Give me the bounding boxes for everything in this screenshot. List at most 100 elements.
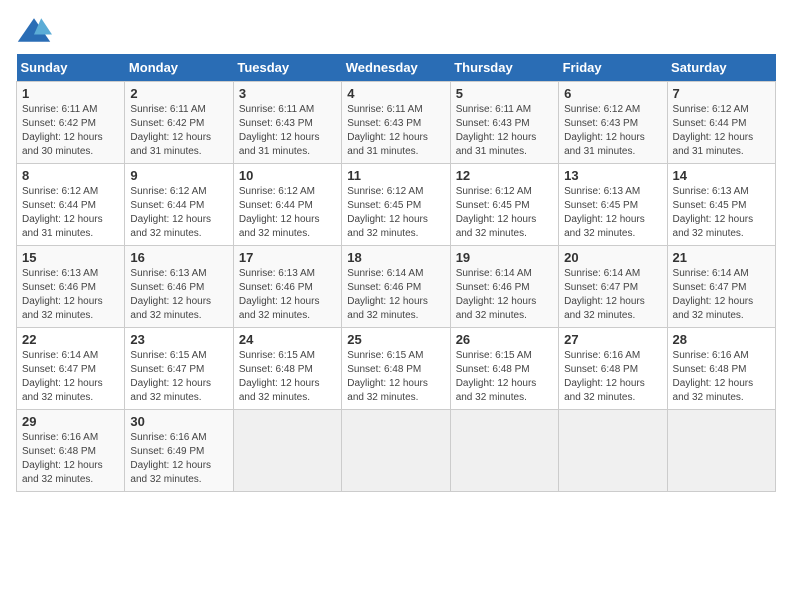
day-info: Sunrise: 6:16 AM Sunset: 6:48 PM Dayligh…	[22, 431, 119, 487]
day-number: 20	[564, 250, 661, 265]
calendar-week-1: 1 Sunrise: 6:11 AM Sunset: 6:42 PM Dayli…	[17, 82, 776, 164]
day-info: Sunrise: 6:12 AM Sunset: 6:44 PM Dayligh…	[130, 185, 227, 241]
day-number: 26	[456, 332, 553, 347]
calendar-cell	[233, 410, 341, 492]
day-number: 14	[673, 168, 770, 183]
calendar-cell: 30 Sunrise: 6:16 AM Sunset: 6:49 PM Dayl…	[125, 410, 233, 492]
day-info: Sunrise: 6:11 AM Sunset: 6:43 PM Dayligh…	[239, 103, 336, 159]
page-header	[16, 16, 776, 44]
day-info: Sunrise: 6:11 AM Sunset: 6:43 PM Dayligh…	[456, 103, 553, 159]
day-info: Sunrise: 6:12 AM Sunset: 6:45 PM Dayligh…	[456, 185, 553, 241]
day-info: Sunrise: 6:12 AM Sunset: 6:44 PM Dayligh…	[22, 185, 119, 241]
day-number: 7	[673, 86, 770, 101]
day-info: Sunrise: 6:13 AM Sunset: 6:45 PM Dayligh…	[564, 185, 661, 241]
calendar-cell	[667, 410, 775, 492]
day-number: 21	[673, 250, 770, 265]
day-info: Sunrise: 6:16 AM Sunset: 6:48 PM Dayligh…	[673, 349, 770, 405]
weekday-header-thursday: Thursday	[450, 54, 558, 82]
day-number: 12	[456, 168, 553, 183]
calendar-cell: 21 Sunrise: 6:14 AM Sunset: 6:47 PM Dayl…	[667, 246, 775, 328]
logo	[16, 16, 56, 44]
day-number: 18	[347, 250, 444, 265]
day-number: 9	[130, 168, 227, 183]
weekday-header-wednesday: Wednesday	[342, 54, 450, 82]
day-info: Sunrise: 6:14 AM Sunset: 6:46 PM Dayligh…	[347, 267, 444, 323]
weekday-header-sunday: Sunday	[17, 54, 125, 82]
day-info: Sunrise: 6:11 AM Sunset: 6:43 PM Dayligh…	[347, 103, 444, 159]
day-info: Sunrise: 6:13 AM Sunset: 6:45 PM Dayligh…	[673, 185, 770, 241]
day-info: Sunrise: 6:12 AM Sunset: 6:44 PM Dayligh…	[239, 185, 336, 241]
day-info: Sunrise: 6:14 AM Sunset: 6:47 PM Dayligh…	[673, 267, 770, 323]
day-number: 25	[347, 332, 444, 347]
calendar-cell: 27 Sunrise: 6:16 AM Sunset: 6:48 PM Dayl…	[559, 328, 667, 410]
calendar-cell: 29 Sunrise: 6:16 AM Sunset: 6:48 PM Dayl…	[17, 410, 125, 492]
day-info: Sunrise: 6:16 AM Sunset: 6:48 PM Dayligh…	[564, 349, 661, 405]
calendar-cell	[342, 410, 450, 492]
day-number: 3	[239, 86, 336, 101]
calendar-cell: 25 Sunrise: 6:15 AM Sunset: 6:48 PM Dayl…	[342, 328, 450, 410]
weekday-header-tuesday: Tuesday	[233, 54, 341, 82]
day-info: Sunrise: 6:14 AM Sunset: 6:47 PM Dayligh…	[22, 349, 119, 405]
calendar-cell: 17 Sunrise: 6:13 AM Sunset: 6:46 PM Dayl…	[233, 246, 341, 328]
calendar-cell: 13 Sunrise: 6:13 AM Sunset: 6:45 PM Dayl…	[559, 164, 667, 246]
day-number: 17	[239, 250, 336, 265]
day-number: 8	[22, 168, 119, 183]
weekday-header-saturday: Saturday	[667, 54, 775, 82]
day-info: Sunrise: 6:15 AM Sunset: 6:47 PM Dayligh…	[130, 349, 227, 405]
day-info: Sunrise: 6:12 AM Sunset: 6:43 PM Dayligh…	[564, 103, 661, 159]
calendar-cell	[559, 410, 667, 492]
calendar-cell: 11 Sunrise: 6:12 AM Sunset: 6:45 PM Dayl…	[342, 164, 450, 246]
day-number: 15	[22, 250, 119, 265]
weekday-header-friday: Friday	[559, 54, 667, 82]
calendar-cell: 15 Sunrise: 6:13 AM Sunset: 6:46 PM Dayl…	[17, 246, 125, 328]
day-number: 1	[22, 86, 119, 101]
day-info: Sunrise: 6:12 AM Sunset: 6:44 PM Dayligh…	[673, 103, 770, 159]
calendar-cell: 22 Sunrise: 6:14 AM Sunset: 6:47 PM Dayl…	[17, 328, 125, 410]
day-info: Sunrise: 6:11 AM Sunset: 6:42 PM Dayligh…	[22, 103, 119, 159]
day-info: Sunrise: 6:12 AM Sunset: 6:45 PM Dayligh…	[347, 185, 444, 241]
calendar-cell: 28 Sunrise: 6:16 AM Sunset: 6:48 PM Dayl…	[667, 328, 775, 410]
day-number: 22	[22, 332, 119, 347]
day-number: 23	[130, 332, 227, 347]
calendar-cell: 3 Sunrise: 6:11 AM Sunset: 6:43 PM Dayli…	[233, 82, 341, 164]
calendar-cell: 19 Sunrise: 6:14 AM Sunset: 6:46 PM Dayl…	[450, 246, 558, 328]
calendar-cell: 5 Sunrise: 6:11 AM Sunset: 6:43 PM Dayli…	[450, 82, 558, 164]
calendar-cell	[450, 410, 558, 492]
day-info: Sunrise: 6:13 AM Sunset: 6:46 PM Dayligh…	[22, 267, 119, 323]
day-number: 28	[673, 332, 770, 347]
day-number: 13	[564, 168, 661, 183]
day-info: Sunrise: 6:15 AM Sunset: 6:48 PM Dayligh…	[239, 349, 336, 405]
day-number: 24	[239, 332, 336, 347]
calendar-table: SundayMondayTuesdayWednesdayThursdayFrid…	[16, 54, 776, 492]
calendar-cell: 24 Sunrise: 6:15 AM Sunset: 6:48 PM Dayl…	[233, 328, 341, 410]
day-number: 5	[456, 86, 553, 101]
day-number: 29	[22, 414, 119, 429]
day-number: 6	[564, 86, 661, 101]
calendar-week-2: 8 Sunrise: 6:12 AM Sunset: 6:44 PM Dayli…	[17, 164, 776, 246]
day-info: Sunrise: 6:15 AM Sunset: 6:48 PM Dayligh…	[456, 349, 553, 405]
calendar-week-4: 22 Sunrise: 6:14 AM Sunset: 6:47 PM Dayl…	[17, 328, 776, 410]
weekday-header-monday: Monday	[125, 54, 233, 82]
day-info: Sunrise: 6:13 AM Sunset: 6:46 PM Dayligh…	[130, 267, 227, 323]
calendar-cell: 6 Sunrise: 6:12 AM Sunset: 6:43 PM Dayli…	[559, 82, 667, 164]
calendar-cell: 23 Sunrise: 6:15 AM Sunset: 6:47 PM Dayl…	[125, 328, 233, 410]
day-info: Sunrise: 6:14 AM Sunset: 6:47 PM Dayligh…	[564, 267, 661, 323]
day-number: 11	[347, 168, 444, 183]
day-info: Sunrise: 6:13 AM Sunset: 6:46 PM Dayligh…	[239, 267, 336, 323]
day-number: 16	[130, 250, 227, 265]
calendar-header-row: SundayMondayTuesdayWednesdayThursdayFrid…	[17, 54, 776, 82]
calendar-cell: 12 Sunrise: 6:12 AM Sunset: 6:45 PM Dayl…	[450, 164, 558, 246]
day-info: Sunrise: 6:16 AM Sunset: 6:49 PM Dayligh…	[130, 431, 227, 487]
day-number: 30	[130, 414, 227, 429]
calendar-week-3: 15 Sunrise: 6:13 AM Sunset: 6:46 PM Dayl…	[17, 246, 776, 328]
calendar-cell: 14 Sunrise: 6:13 AM Sunset: 6:45 PM Dayl…	[667, 164, 775, 246]
day-number: 4	[347, 86, 444, 101]
day-info: Sunrise: 6:14 AM Sunset: 6:46 PM Dayligh…	[456, 267, 553, 323]
day-number: 27	[564, 332, 661, 347]
day-info: Sunrise: 6:11 AM Sunset: 6:42 PM Dayligh…	[130, 103, 227, 159]
calendar-week-5: 29 Sunrise: 6:16 AM Sunset: 6:48 PM Dayl…	[17, 410, 776, 492]
day-info: Sunrise: 6:15 AM Sunset: 6:48 PM Dayligh…	[347, 349, 444, 405]
logo-icon	[16, 16, 52, 44]
calendar-cell: 20 Sunrise: 6:14 AM Sunset: 6:47 PM Dayl…	[559, 246, 667, 328]
calendar-cell: 9 Sunrise: 6:12 AM Sunset: 6:44 PM Dayli…	[125, 164, 233, 246]
